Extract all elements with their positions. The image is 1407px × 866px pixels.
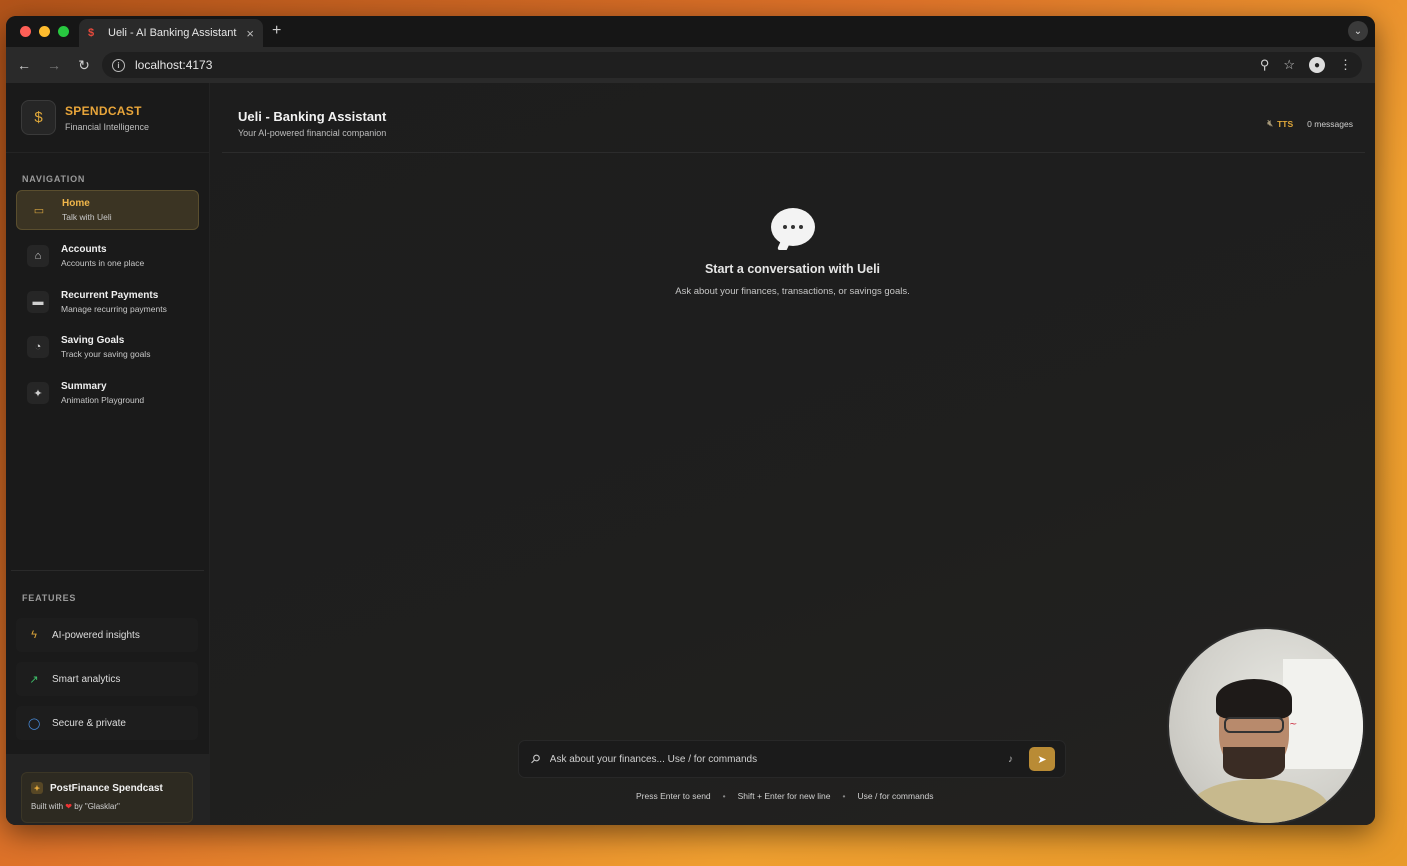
browser-toolbar: ← → ↻ i localhost:4173 ⚲ ☆ ● ⋮ xyxy=(6,47,1375,83)
sidebar-item-accounts[interactable]: ⌂ Accounts Accounts in one place xyxy=(16,236,199,276)
nav-subtitle: Accounts in one place xyxy=(61,258,145,268)
minimize-window-button[interactable] xyxy=(39,26,50,37)
paperclip-icon[interactable]: ⚲ xyxy=(527,751,543,767)
divider xyxy=(222,152,1365,153)
sidebar-item-saving-goals[interactable]: ◔ Saving Goals Track your saving goals xyxy=(16,327,199,367)
address-bar[interactable]: i localhost:4173 ⚲ ☆ ● ⋮ xyxy=(102,52,1362,78)
chat-input[interactable] xyxy=(549,753,998,765)
zoom-icon[interactable]: ⚲ xyxy=(1260,57,1270,73)
webcam-beard xyxy=(1223,747,1285,779)
bolt-icon: ϟ xyxy=(31,629,37,641)
reload-icon[interactable]: ↻ xyxy=(76,57,92,74)
forward-icon[interactable]: → xyxy=(46,57,62,73)
close-window-button[interactable] xyxy=(20,26,31,37)
tab-strip: $ Ueli - AI Banking Assistant × + ⌄ xyxy=(6,16,1375,47)
sidebar-item-summary[interactable]: ✦ Summary Animation Playground xyxy=(16,373,199,413)
separator: • xyxy=(842,791,846,801)
more-menu-icon[interactable]: ⋮ xyxy=(1339,57,1352,73)
page-subtitle: Your AI-powered financial companion xyxy=(238,128,387,138)
webcam-hair xyxy=(1216,679,1292,719)
speaker-muted-icon: 🔇︎ xyxy=(1267,118,1274,128)
navigation-label: NAVIGATION xyxy=(22,174,86,184)
nav-title: Accounts xyxy=(61,244,107,255)
chat-composer: ⚲ ♪ ➤ xyxy=(518,740,1066,778)
header-actions: 🔇︎ TTS 0 messages xyxy=(1267,118,1353,129)
window-controls xyxy=(20,26,69,37)
favicon-icon: $ xyxy=(88,27,95,39)
close-tab-icon[interactable]: × xyxy=(246,26,254,41)
brand: $ SPENDCAST Financial Intelligence xyxy=(21,100,149,135)
site-info-icon[interactable]: i xyxy=(112,58,125,72)
tts-label: TTS xyxy=(1277,118,1294,129)
divider xyxy=(11,570,204,571)
chat-header: Ueli - Banking Assistant Your AI-powered… xyxy=(238,109,386,138)
brand-subtitle: Financial Intelligence xyxy=(65,121,150,132)
features-label: FEATURES xyxy=(22,593,77,603)
heart-icon: ❤ xyxy=(65,802,72,811)
speech-bubble-icon xyxy=(770,208,815,246)
empty-state: Start a conversation with Ueli Ask about… xyxy=(210,208,1375,297)
keyboard-hints: Press Enter to send • Shift + Enter for … xyxy=(636,791,934,801)
tts-toggle[interactable]: 🔇︎ TTS xyxy=(1267,118,1293,129)
promo-sub-after: by "Glasklar" xyxy=(74,802,120,811)
tab-search-icon[interactable]: ⌄ xyxy=(1348,21,1368,41)
profile-icon[interactable]: ● xyxy=(1309,57,1325,73)
promo-sub-before: Built with xyxy=(31,802,64,811)
sidebar-item-home[interactable]: ▭ Home Talk with Ueli xyxy=(16,190,199,230)
divider xyxy=(6,152,209,153)
new-tab-icon[interactable]: + xyxy=(272,22,281,40)
nav-title: Home xyxy=(62,198,90,209)
page-title: Ueli - Banking Assistant xyxy=(238,109,387,124)
piggy-bank-icon: ◔ xyxy=(27,336,49,358)
promo-subtitle: Built with ❤ by "Glasklar" xyxy=(31,802,183,811)
nav-subtitle: Animation Playground xyxy=(61,395,145,405)
chat-icon: ▭ xyxy=(33,204,45,217)
bookmark-star-icon[interactable]: ☆ xyxy=(1283,57,1295,73)
nav-title: Summary xyxy=(61,381,107,392)
feature-smart-analytics: ↗ Smart analytics xyxy=(16,662,198,696)
maximize-window-button[interactable] xyxy=(58,26,69,37)
empty-state-title: Start a conversation with Ueli xyxy=(704,262,881,276)
whiteboard: ~ xyxy=(1283,659,1363,769)
shield-icon: ◯ xyxy=(28,717,41,730)
message-count: 0 messages xyxy=(1307,118,1353,129)
mic-icon[interactable]: ♪ xyxy=(1008,754,1013,765)
webcam-overlay: ~ xyxy=(1167,627,1365,825)
nav-title: Saving Goals xyxy=(61,335,125,346)
feature-label: Smart analytics xyxy=(52,673,121,685)
sidebar: $ SPENDCAST Financial Intelligence NAVIG… xyxy=(6,83,210,825)
tab-title: Ueli - AI Banking Assistant xyxy=(108,27,237,39)
hint-commands: Use / for commands xyxy=(857,791,934,801)
trend-up-icon: ↗ xyxy=(29,673,39,686)
sparkle-icon: ✦ xyxy=(31,782,43,794)
hint-enter: Press Enter to send xyxy=(636,791,711,801)
promo-title: PostFinance Spendcast xyxy=(50,782,163,794)
hint-shift-enter: Shift + Enter for new line xyxy=(737,791,831,801)
webcam-shirt xyxy=(1189,779,1329,823)
feature-label: Secure & private xyxy=(52,717,126,729)
feature-secure-private: ◯ Secure & private xyxy=(16,706,198,740)
promo-card: ✦ PostFinance Spendcast Built with ❤ by … xyxy=(21,772,193,823)
sidebar-item-recurrent-payments[interactable]: ▬ Recurrent Payments Manage recurring pa… xyxy=(16,282,199,322)
nav-subtitle: Track your saving goals xyxy=(61,349,151,359)
sparkles-icon: ✦ xyxy=(27,382,49,404)
feature-ai-insights: ϟ AI-powered insights xyxy=(16,618,198,652)
nav-subtitle: Manage recurring payments xyxy=(61,304,167,314)
send-button[interactable]: ➤ xyxy=(1029,747,1055,771)
url-text[interactable]: localhost:4173 xyxy=(135,58,1250,72)
separator: • xyxy=(722,791,726,801)
brand-name: SPENDCAST xyxy=(65,103,142,118)
nav-title: Recurrent Payments xyxy=(61,290,159,301)
feature-label: AI-powered insights xyxy=(52,629,140,641)
browser-tab[interactable]: $ Ueli - AI Banking Assistant × xyxy=(79,19,263,47)
money-bag-icon: $ xyxy=(21,100,56,135)
empty-state-subtitle: Ask about your finances, transactions, o… xyxy=(675,286,910,297)
credit-card-icon: ▬ xyxy=(27,291,49,313)
home-icon: ⌂ xyxy=(27,245,49,267)
webcam-glasses xyxy=(1224,717,1284,733)
back-icon[interactable]: ← xyxy=(16,57,32,73)
nav-subtitle: Talk with Ueli xyxy=(62,212,112,222)
